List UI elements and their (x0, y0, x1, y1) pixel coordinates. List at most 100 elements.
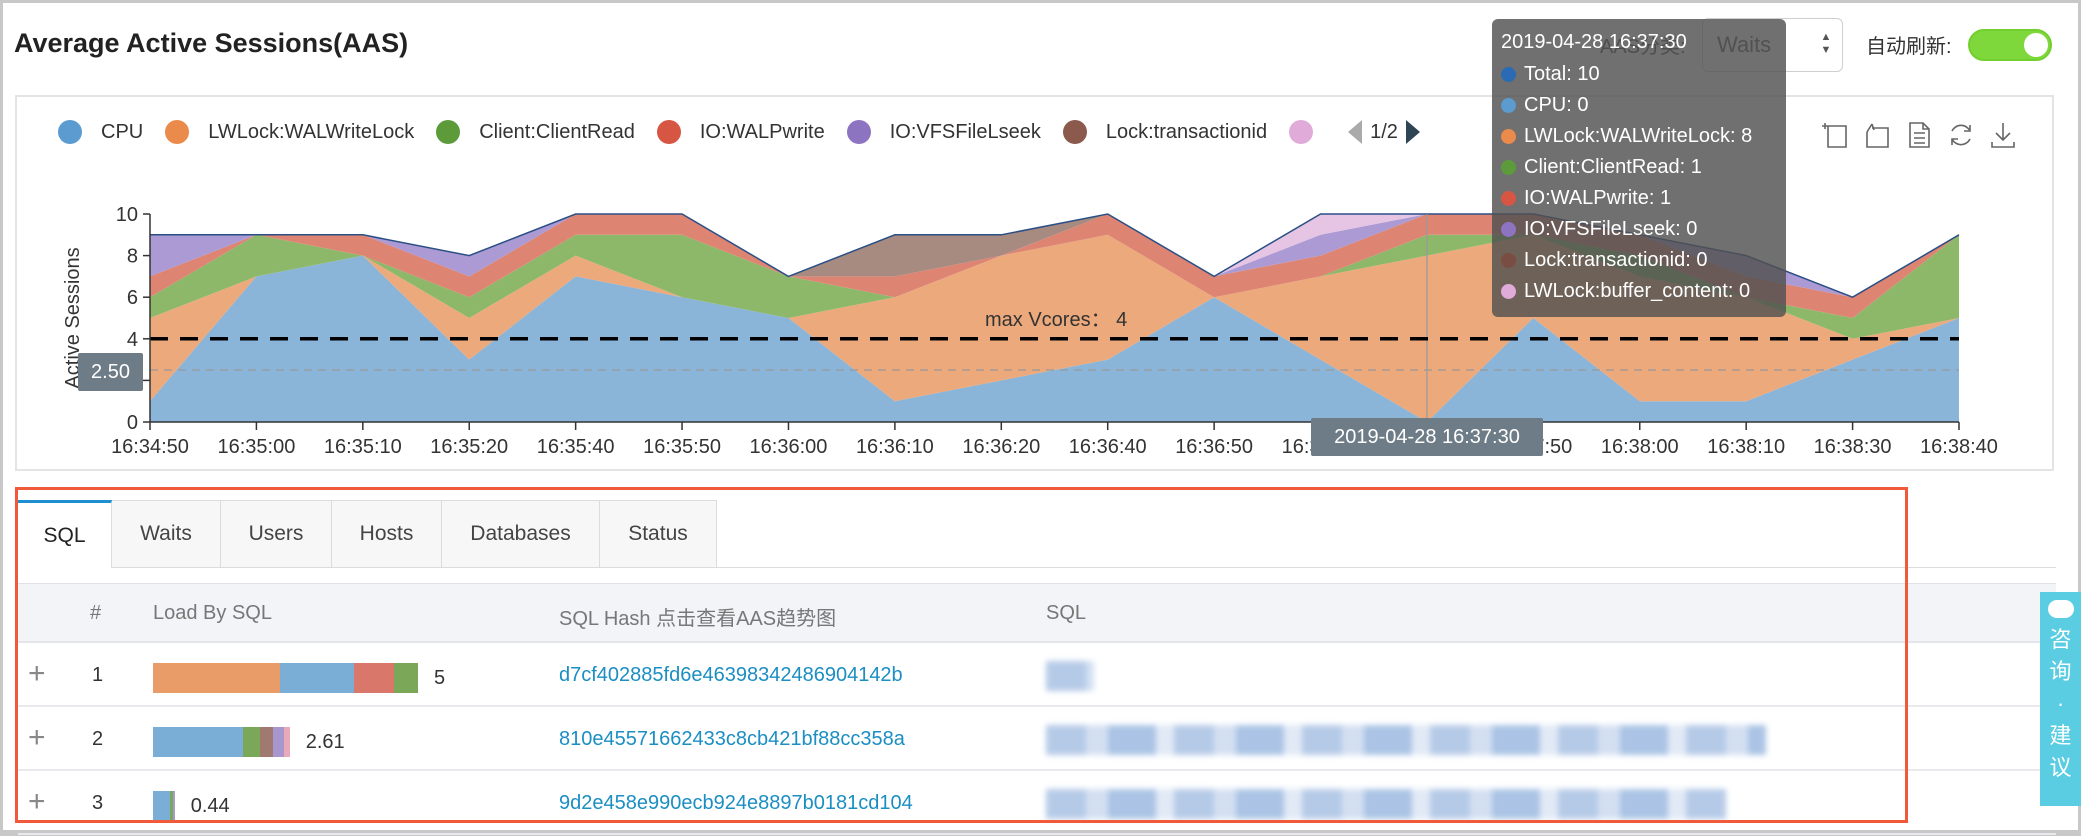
tab-status[interactable]: Status (600, 500, 717, 568)
x-tick-label: 16:38:00 (1601, 436, 1679, 458)
col-hash: SQL Hash 点击查看AAS趋势图 (559, 608, 837, 630)
x-tick-label: 16:35:50 (643, 436, 721, 458)
tab-databases[interactable]: Databases (442, 500, 600, 568)
feedback-button[interactable]: 咨询 · 建议 (2040, 592, 2081, 806)
y-tick-label: 0 (127, 412, 138, 434)
load-bar-segment (280, 663, 355, 693)
load-bar (153, 791, 175, 821)
crosshair-y-label: 2.50 (78, 353, 143, 391)
chat-bubble-icon (2047, 600, 2074, 618)
detail-tabs: SQL Waits Users Hosts Databases Status (18, 500, 717, 568)
tab-sql[interactable]: SQL (18, 500, 112, 568)
tooltip-row-label: LWLock:WALWriteLock: 8 (1524, 125, 1753, 147)
load-value: 0.44 (190, 795, 230, 817)
x-tick-label: 16:36:00 (750, 436, 828, 458)
col-load[interactable]: Load By SQL (153, 602, 272, 625)
tooltip-row: LWLock:WALWriteLock: 8 (1501, 121, 1786, 152)
table-row: +3 0.44 9d2e458e990ecb924e8897b0181cd104 (18, 771, 2056, 835)
x-tick-label: 16:38:30 (1814, 436, 1892, 458)
load-value: 2.61 (305, 731, 345, 753)
tooltip-row: Client:ClientRead: 1 (1501, 152, 1786, 183)
row-index: 3 (92, 792, 104, 814)
x-tick-label: 16:36:20 (962, 436, 1040, 458)
tooltip-dot-icon (1501, 160, 1516, 175)
tooltip-row: CPU: 0 (1501, 90, 1786, 121)
load-bar-segment (243, 727, 261, 757)
table-row: +2 2.61 810e45571662433c8cb421bf88cc358a (18, 707, 2056, 771)
tooltip-row: IO:VFSFileLseek: 0 (1501, 214, 1786, 245)
load-value: 5 (434, 667, 446, 689)
expand-plus-icon[interactable]: + (28, 785, 46, 819)
chart-tooltip: 2019-04-28 16:37:30 Total: 10 CPU: 0 LWLoc… (1492, 19, 1786, 317)
load-bar-segment (354, 663, 395, 693)
expand-plus-icon[interactable]: + (28, 721, 46, 755)
load-bar-segment (394, 663, 418, 693)
row-index: 2 (92, 728, 104, 750)
x-tick-label: 16:35:40 (537, 436, 615, 458)
tooltip-title: 2019-04-28 16:37:30 (1501, 31, 1687, 53)
expand-plus-icon[interactable]: + (28, 657, 46, 691)
load-bar-segment (153, 663, 281, 693)
y-tick-label: 6 (127, 287, 138, 309)
tooltip-dot-icon (1501, 222, 1516, 237)
tooltip-row-label: CPU: 0 (1524, 94, 1589, 116)
sql-hash-link[interactable]: d7cf402885fd6e46398342486904142b (559, 664, 903, 687)
tooltip-row: Lock:transactionid: 0 (1501, 245, 1786, 276)
y-tick-label: 4 (127, 329, 138, 351)
x-tick-label: 16:35:20 (430, 436, 508, 458)
x-tick-label: 16:35:00 (217, 436, 295, 458)
tooltip-dot-icon (1501, 67, 1516, 82)
tooltip-row-label: LWLock:buffer_content: 0 (1524, 280, 1751, 302)
tooltip-dot-icon (1501, 191, 1516, 206)
tab-waits[interactable]: Waits (112, 500, 221, 568)
tooltip-row-label: Lock:transactionid: 0 (1524, 249, 1708, 271)
tooltip-dot-icon (1501, 98, 1516, 113)
load-bar (153, 663, 418, 693)
tooltip-row-label: IO:WALPwrite: 1 (1524, 187, 1672, 209)
x-tick-label: 16:36:50 (1175, 436, 1253, 458)
x-tick-label: 16:35:10 (324, 436, 402, 458)
feedback-char: 建 (2049, 723, 2072, 748)
tooltip-row-label: IO:VFSFileLseek: 0 (1524, 218, 1698, 240)
col-sql: SQL (1046, 602, 1087, 624)
x-tick-label: 16:36:10 (856, 436, 934, 458)
x-tick-label: 16:36:40 (1069, 436, 1147, 458)
tab-divider (112, 567, 2056, 568)
tooltip-row: LWLock:buffer_content: 0 (1501, 276, 1786, 307)
load-bar-segment (260, 727, 273, 757)
sql-text-blurred (1046, 789, 1726, 819)
tab-users[interactable]: Users (221, 500, 332, 568)
crosshair-x-label: 2019-04-28 16:37:30 (1311, 418, 1543, 456)
sql-hash-link[interactable]: 9d2e458e990ecb924e8897b0181cd104 (559, 792, 913, 815)
load-bar-segment (153, 727, 244, 757)
col-index: # (90, 602, 102, 624)
sql-text-blurred (1046, 725, 1766, 755)
tab-hosts[interactable]: Hosts (332, 500, 442, 568)
feedback-char: · (2056, 691, 2065, 716)
feedback-char: 议 (2049, 755, 2072, 780)
x-tick-label: 16:38:40 (1920, 436, 1998, 458)
max-vcores-label: max Vcores： 4 (985, 309, 1127, 331)
tooltip-dot-icon (1501, 129, 1516, 144)
feedback-char: 询 (2049, 659, 2072, 684)
tooltip-row: IO:WALPwrite: 1 (1501, 183, 1786, 214)
y-tick-label: 10 (116, 204, 138, 226)
tooltip-row: Total: 10 (1501, 59, 1786, 90)
table-row: +1 5 d7cf402885fd6e46398342486904142b (18, 643, 2056, 707)
feedback-char: 咨 (2049, 627, 2072, 652)
load-bar-segment (153, 791, 171, 821)
sql-table: # Load By SQL SQL Hash 点击查看AAS趋势图 SQL +1… (18, 583, 2056, 835)
sql-hash-link[interactable]: 810e45571662433c8cb421bf88cc358a (559, 728, 905, 751)
x-tick-label: 16:38:10 (1707, 436, 1785, 458)
load-bar (153, 727, 290, 757)
tooltip-row-label: Client:ClientRead: 1 (1524, 156, 1702, 178)
load-bar-segment (173, 791, 175, 821)
tooltip-dot-icon (1501, 284, 1516, 299)
load-bar-segment (272, 727, 285, 757)
row-index: 1 (92, 664, 104, 686)
y-tick-label: 8 (127, 246, 138, 268)
tooltip-dot-icon (1501, 253, 1516, 268)
load-bar-segment (284, 727, 290, 757)
sql-text-blurred (1046, 661, 1094, 691)
tooltip-row-label: Total: 10 (1524, 63, 1600, 85)
